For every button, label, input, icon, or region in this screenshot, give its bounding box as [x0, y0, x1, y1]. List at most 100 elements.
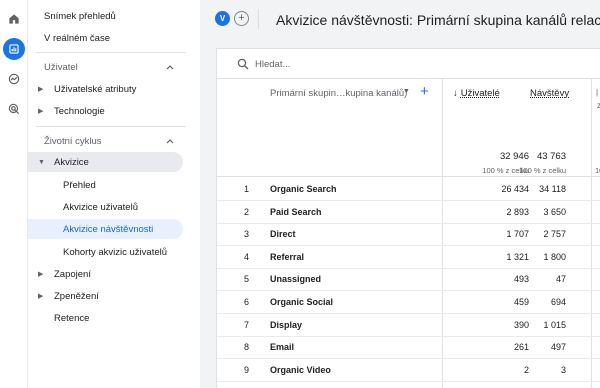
report-table-card: Primární skupin…kupina kanálů) ▼ + ↓Uživ…: [216, 48, 600, 388]
users-value: 1 321: [506, 251, 529, 262]
row-index: 8: [243, 342, 249, 353]
table-row[interactable]: 5 Unassigned 493 47: [217, 268, 600, 292]
users-total: 32 946: [499, 151, 529, 162]
sessions-value: 2 757: [543, 229, 566, 240]
sessions-value: 497: [550, 342, 566, 353]
nav-divider: [36, 126, 186, 127]
table-row[interactable]: 1 Organic Search 26 434 34 118: [217, 178, 600, 201]
channel-group-name: Referral: [270, 251, 305, 262]
row-index: 9: [243, 364, 249, 375]
sessions-value: 694: [550, 297, 566, 307]
home-icon[interactable]: [3, 8, 25, 30]
nav-item-traffic-acquisition[interactable]: Akvizice návštěvnosti: [28, 219, 183, 239]
nav-item-acquisition[interactable]: ▼ Akvizice: [28, 152, 183, 172]
users-value: 493: [513, 274, 529, 285]
caret-right-icon: ▶: [38, 271, 44, 278]
nav-item-label: V reálném čase: [44, 32, 111, 44]
table-row[interactable]: 8 Email 261 497: [217, 336, 600, 360]
nav-item-user-acquisition-cohorts[interactable]: Kohorty akvizic uživatelů: [28, 242, 183, 262]
metric-header-sessions[interactable]: Návštěvy: [530, 88, 569, 99]
nav-item-snapshot[interactable]: Snímek přehledů: [28, 6, 183, 26]
sessions-value: 47: [555, 274, 566, 285]
nav-item-monetization[interactable]: ▶ Zpeněžení: [28, 286, 183, 306]
table-row[interactable]: 2 Paid Search 2 893 3 650: [217, 201, 600, 224]
row-index: 6: [243, 297, 249, 307]
nav-item-label: Akvizice návštěvnosti: [63, 223, 154, 235]
sessions-value: 1 015: [543, 319, 566, 330]
channel-group-name: Organic Search: [270, 184, 337, 194]
page-title: Akvizice návštěvnosti: Primární skupina …: [276, 12, 600, 28]
cutoff-percent-fragment: 100: [595, 166, 600, 175]
channel-group-name: Email: [270, 342, 295, 353]
nav-item-label: Kohorty akvizic uživatelů: [63, 246, 168, 258]
users-value: 459: [513, 297, 529, 307]
dropdown-caret-icon[interactable]: ▼: [403, 88, 410, 95]
section-header-user[interactable]: Uživatel: [28, 57, 183, 77]
table-search-bar: [217, 49, 600, 79]
caret-down-icon: ▼: [38, 158, 45, 166]
explore-icon[interactable]: [3, 68, 25, 90]
sessions-total: 43 763: [536, 151, 566, 162]
row-index: 2: [243, 206, 249, 217]
nav-item-user-attributes[interactable]: ▶ Uživatelské atributy: [28, 79, 183, 99]
nav-item-realtime[interactable]: V reálném čase: [28, 28, 183, 48]
table-row[interactable]: 6 Organic Social 459 694: [217, 291, 600, 314]
chevron-up-icon: [166, 65, 174, 70]
reports-icon[interactable]: [3, 38, 25, 60]
add-dimension-button[interactable]: +: [420, 83, 429, 100]
cutoff-metric-header: |: [596, 88, 599, 97]
chevron-up-icon: [166, 139, 174, 144]
nav-item-label: Uživatelské atributy: [54, 83, 137, 95]
row-index: 7: [243, 319, 249, 330]
nav-item-label: Zpeněžení: [54, 290, 99, 302]
metric-header-users[interactable]: ↓ Uživatelé: [453, 88, 500, 99]
caret-right-icon: ▶: [38, 108, 44, 115]
channel-group-name: Unassigned: [270, 274, 322, 285]
comparison-badge[interactable]: V: [215, 11, 230, 26]
main-content: V + Akvizice návštěvnosti: Primární skup…: [200, 0, 600, 388]
row-index: 3: [243, 229, 249, 240]
nav-item-label: Retence: [54, 312, 90, 324]
channel-group-name: Organic Video: [270, 364, 331, 375]
row-index: 5: [243, 274, 249, 285]
sessions-value: 3: [560, 364, 566, 375]
nav-item-retention[interactable]: Retence: [28, 308, 183, 328]
table-row[interactable]: 9 Organic Video 2 3: [217, 359, 600, 382]
nav-item-engagement[interactable]: ▶ Zapojení: [28, 264, 183, 284]
advertising-icon[interactable]: [3, 98, 25, 120]
section-heading: Životní cyklus: [44, 135, 102, 147]
users-value: 2 893: [506, 206, 529, 217]
report-header: V + Akvizice návštěvnosti: Primární skup…: [200, 0, 600, 40]
sessions-total-percent: 100 % z celku: [519, 166, 566, 175]
users-value: 1 707: [506, 229, 529, 240]
table-row[interactable]: 3 Direct 1 707 2 757: [217, 223, 600, 247]
icon-rail: [0, 0, 28, 388]
nav-item-label: Akvizice uživatelů: [63, 201, 138, 213]
add-comparison-button[interactable]: +: [234, 11, 249, 26]
users-value: 390: [513, 319, 529, 330]
search-icon: [237, 58, 249, 70]
nav-item-technology[interactable]: ▶ Technologie: [28, 101, 183, 121]
table-row[interactable]: 4 Referral 1 321 1 800: [217, 246, 600, 269]
caret-right-icon: ▶: [38, 86, 44, 93]
section-header-lifecycle[interactable]: Životní cyklus: [28, 131, 183, 151]
nav-divider: [36, 52, 186, 53]
users-value: 26 434: [501, 184, 529, 194]
nav-item-label: Přehled: [63, 179, 96, 191]
row-index: 4: [243, 251, 249, 262]
section-heading: Uživatel: [44, 61, 78, 73]
caret-right-icon: ▶: [38, 293, 44, 300]
dimension-column-header[interactable]: Primární skupin…kupina kanálů): [270, 88, 407, 99]
channel-group-name: Direct: [270, 229, 296, 240]
nav-item-label: Zapojení: [54, 268, 91, 280]
nav-item-label: Snímek přehledů: [44, 10, 116, 22]
nav-item-user-acquisition[interactable]: Akvizice uživatelů: [28, 197, 183, 217]
table-header: Primární skupin…kupina kanálů) ▼ + ↓ Uživ…: [217, 79, 600, 177]
nav-item-overview[interactable]: Přehled: [28, 175, 183, 195]
users-value: 261: [513, 342, 529, 353]
table-row[interactable]: 7 Display 390 1 015: [217, 314, 600, 337]
sessions-value: 1 800: [543, 251, 566, 262]
sessions-value: 3 650: [543, 206, 566, 217]
search-input[interactable]: [255, 56, 455, 72]
nav-item-label: Akvizice: [54, 156, 89, 168]
